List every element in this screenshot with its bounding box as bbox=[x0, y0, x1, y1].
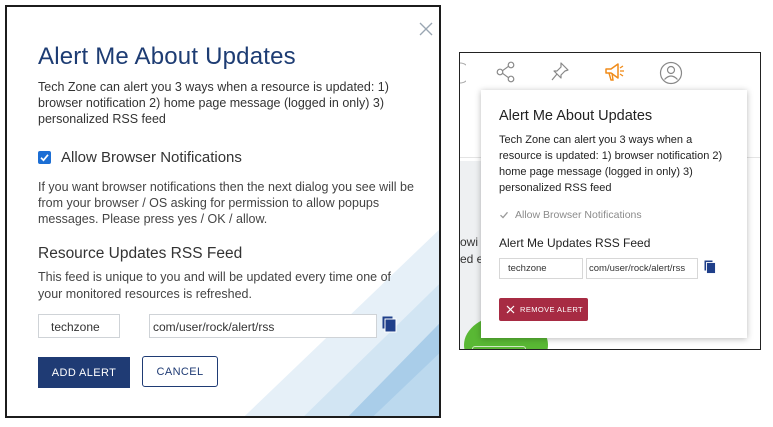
close-icon[interactable] bbox=[418, 21, 434, 37]
dialog-description: Tech Zone can alert you 3 ways when a re… bbox=[38, 80, 389, 126]
rss-user-field[interactable]: techzone bbox=[499, 258, 583, 279]
rss-user-field[interactable]: techzone bbox=[38, 314, 120, 338]
megaphone-icon[interactable] bbox=[603, 61, 625, 88]
rss-feed-title: Resource Updates RSS Feed bbox=[38, 245, 243, 262]
alert-popup-screenshot: owi ed e Alert Me About Updates Tech Zon… bbox=[459, 52, 761, 350]
remove-alert-label: REMOVE ALERT bbox=[520, 305, 584, 314]
rss-feed-title: Alert Me Updates RSS Feed bbox=[499, 236, 651, 250]
popup-description: Tech Zone can alert you 3 ways when a re… bbox=[499, 134, 723, 194]
background-green-button bbox=[472, 346, 526, 349]
user-circle-icon[interactable] bbox=[659, 61, 683, 90]
alert-popup: Alert Me About Updates Tech Zone can ale… bbox=[481, 90, 747, 338]
nav-edge-icon bbox=[460, 61, 471, 90]
background-text: ed e bbox=[460, 252, 484, 266]
rss-url-field[interactable]: com/user/rock/alert/rss bbox=[586, 258, 698, 279]
check-icon[interactable] bbox=[499, 210, 509, 220]
dialog-title: Alert Me About Updates bbox=[38, 43, 296, 70]
browser-notifications-label: Allow Browser Notifications bbox=[515, 209, 642, 221]
copy-icon[interactable] bbox=[382, 316, 397, 338]
alert-dialog: Alert Me About Updates Tech Zone can ale… bbox=[5, 5, 441, 418]
browser-notifications-checkbox[interactable] bbox=[38, 150, 51, 164]
rss-url-field[interactable]: com/user/rock/alert/rss bbox=[149, 314, 377, 338]
browser-notifications-checkbox-row[interactable]: Allow Browser Notifications bbox=[499, 209, 642, 221]
browser-notifications-checkbox-row[interactable]: Allow Browser Notifications bbox=[38, 147, 242, 167]
cancel-button[interactable]: CANCEL bbox=[142, 356, 218, 387]
permission-text: If you want browser notifications then t… bbox=[38, 180, 414, 226]
check-icon bbox=[40, 153, 49, 161]
remove-alert-button[interactable]: REMOVE ALERT bbox=[499, 298, 588, 321]
copy-icon[interactable] bbox=[704, 260, 716, 279]
background-text: owi bbox=[460, 235, 479, 249]
pin-icon[interactable] bbox=[550, 61, 570, 88]
popup-title: Alert Me About Updates bbox=[499, 108, 653, 124]
browser-notifications-label: Allow Browser Notifications bbox=[61, 148, 242, 166]
close-icon bbox=[506, 305, 515, 314]
share-icon[interactable] bbox=[496, 61, 516, 88]
rss-feed-description: This feed is unique to you and will be u… bbox=[38, 270, 391, 301]
add-alert-button[interactable]: ADD ALERT bbox=[38, 357, 130, 388]
